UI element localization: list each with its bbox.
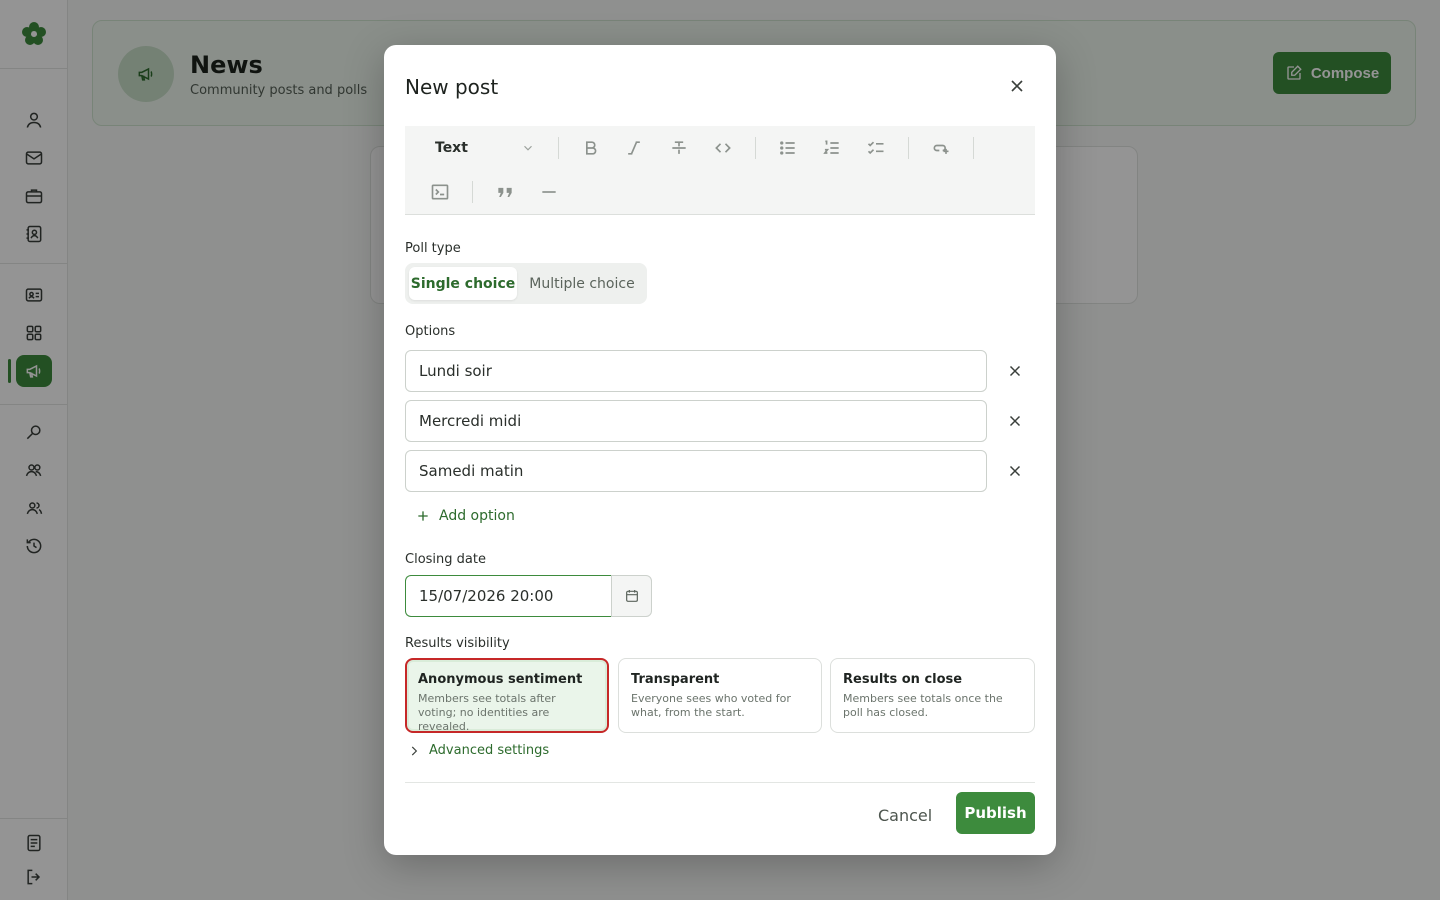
checklist-icon[interactable]: [865, 137, 887, 159]
poll-type-label: Poll type: [405, 241, 461, 256]
add-option-label: Add option: [439, 508, 515, 524]
option-input-1[interactable]: [405, 350, 987, 392]
cancel-button[interactable]: Cancel: [878, 801, 932, 829]
toolbar-separator: [472, 181, 473, 203]
poll-type-single[interactable]: Single choice: [409, 267, 517, 300]
calendar-icon[interactable]: [611, 575, 652, 617]
results-visibility-label: Results visibility: [405, 636, 510, 651]
dialog-title: New post: [405, 75, 499, 99]
visibility-on-close[interactable]: Results on close Members see totals once…: [830, 658, 1035, 733]
poll-type-toggle: Single choice Multiple choice: [405, 263, 647, 304]
close-icon[interactable]: [1006, 75, 1028, 97]
code-block-icon[interactable]: [429, 181, 451, 203]
toolbar-separator: [908, 137, 909, 159]
visibility-transparent[interactable]: Transparent Everyone sees who voted for …: [618, 658, 822, 733]
chevron-down-icon: [524, 145, 532, 151]
link-icon[interactable]: [930, 137, 952, 159]
italic-icon[interactable]: [623, 137, 645, 159]
closing-date-label: Closing date: [405, 552, 486, 567]
advanced-settings-toggle[interactable]: Advanced settings: [407, 743, 549, 758]
block-type-select[interactable]: Text: [435, 138, 535, 158]
remove-option-icon[interactable]: [1004, 410, 1026, 432]
remove-option-icon[interactable]: [1004, 460, 1026, 482]
option-input-2[interactable]: [405, 400, 987, 442]
remove-option-icon[interactable]: [1004, 360, 1026, 382]
visibility-description: Members see totals once the poll has clo…: [843, 692, 1003, 719]
publish-button[interactable]: Publish: [956, 792, 1035, 834]
option-input-3[interactable]: [405, 450, 987, 492]
visibility-anonymous[interactable]: Anonymous sentiment Members see totals a…: [405, 658, 609, 733]
new-post-dialog: New post Text Poll type Single choice Mu…: [384, 45, 1056, 855]
toolbar-separator: [558, 137, 559, 159]
options-label: Options: [405, 324, 456, 339]
chevron-right-icon: [411, 746, 418, 755]
visibility-title: Results on close: [843, 672, 963, 687]
strikethrough-icon[interactable]: [668, 137, 690, 159]
toolbar-separator: [973, 137, 974, 159]
quote-icon[interactable]: [494, 181, 516, 203]
block-type-value: Text: [435, 140, 468, 156]
add-option-button[interactable]: Add option: [415, 505, 515, 527]
toolbar-separator: [755, 137, 756, 159]
bold-icon[interactable]: [580, 137, 602, 159]
code-icon[interactable]: [712, 137, 734, 159]
visibility-title: Transparent: [631, 672, 720, 687]
numbered-list-icon[interactable]: [821, 137, 843, 159]
visibility-title: Anonymous sentiment: [418, 672, 583, 687]
footer-divider: [405, 782, 1035, 783]
horizontal-rule-icon[interactable]: [538, 181, 560, 203]
bullet-list-icon[interactable]: [777, 137, 799, 159]
plus-icon: [418, 511, 428, 521]
visibility-description: Members see totals after voting; no iden…: [418, 692, 556, 733]
poll-type-multiple[interactable]: Multiple choice: [521, 267, 643, 300]
advanced-settings-label: Advanced settings: [429, 743, 550, 758]
visibility-description: Everyone sees who voted for what, from t…: [631, 692, 791, 719]
editor-toolbar: Text: [405, 126, 1035, 215]
closing-date-input[interactable]: [405, 575, 612, 617]
